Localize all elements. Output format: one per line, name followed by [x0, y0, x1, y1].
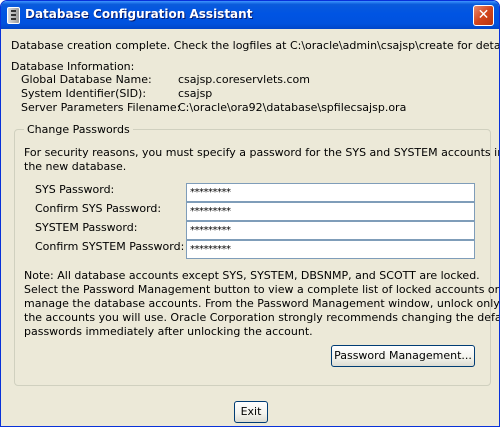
confirm-system-password-field[interactable]	[186, 240, 475, 259]
system-password-label: SYSTEM Password:	[35, 221, 138, 234]
spfile-label: Server Parameters Filename:	[21, 101, 181, 114]
note-line: Note: All database accounts except SYS, …	[24, 269, 480, 282]
note-line: Select the Password Management button to…	[24, 283, 500, 296]
close-button[interactable]: ✕	[473, 5, 494, 26]
system-password-field[interactable]	[186, 221, 475, 240]
password-management-button[interactable]: Password Management...	[331, 345, 475, 367]
sys-password-label: SYS Password:	[35, 183, 115, 196]
global-db-name-label: Global Database Name:	[21, 73, 152, 86]
db-info-heading: Database Information:	[11, 60, 135, 73]
dialog-content: Database creation complete. Check the lo…	[5, 29, 499, 424]
window-title: Database Configuration Assistant	[25, 7, 253, 21]
note-line: the accounts you will use. Oracle Corpor…	[24, 311, 500, 324]
status-message: Database creation complete. Check the lo…	[11, 39, 500, 52]
exit-button[interactable]: Exit	[234, 401, 268, 423]
sys-password-field[interactable]	[186, 183, 475, 202]
security-intro-line: the new database.	[24, 160, 127, 173]
security-intro-line: For security reasons, you must specify a…	[24, 146, 500, 159]
confirm-sys-password-label: Confirm SYS Password:	[35, 202, 162, 215]
sid-label: System Identifier(SID):	[21, 87, 147, 100]
global-db-name-value: csajsp.coreservlets.com	[178, 73, 310, 86]
confirm-sys-password-field[interactable]	[186, 202, 475, 221]
database-icon	[7, 7, 20, 24]
sid-value: csajsp	[178, 87, 213, 100]
note-line: manage the database accounts. From the P…	[24, 297, 500, 310]
dialog-window: Database Configuration Assistant ✕ Datab…	[0, 0, 500, 427]
note-line: passwords immediately after unlocking th…	[24, 325, 313, 338]
title-bar[interactable]: Database Configuration Assistant ✕	[1, 1, 499, 29]
spfile-value: C:\oracle\ora92\database\spfilecsajsp.or…	[178, 101, 407, 114]
confirm-system-password-label: Confirm SYSTEM Password:	[35, 240, 185, 253]
change-passwords-legend: Change Passwords	[24, 123, 133, 136]
